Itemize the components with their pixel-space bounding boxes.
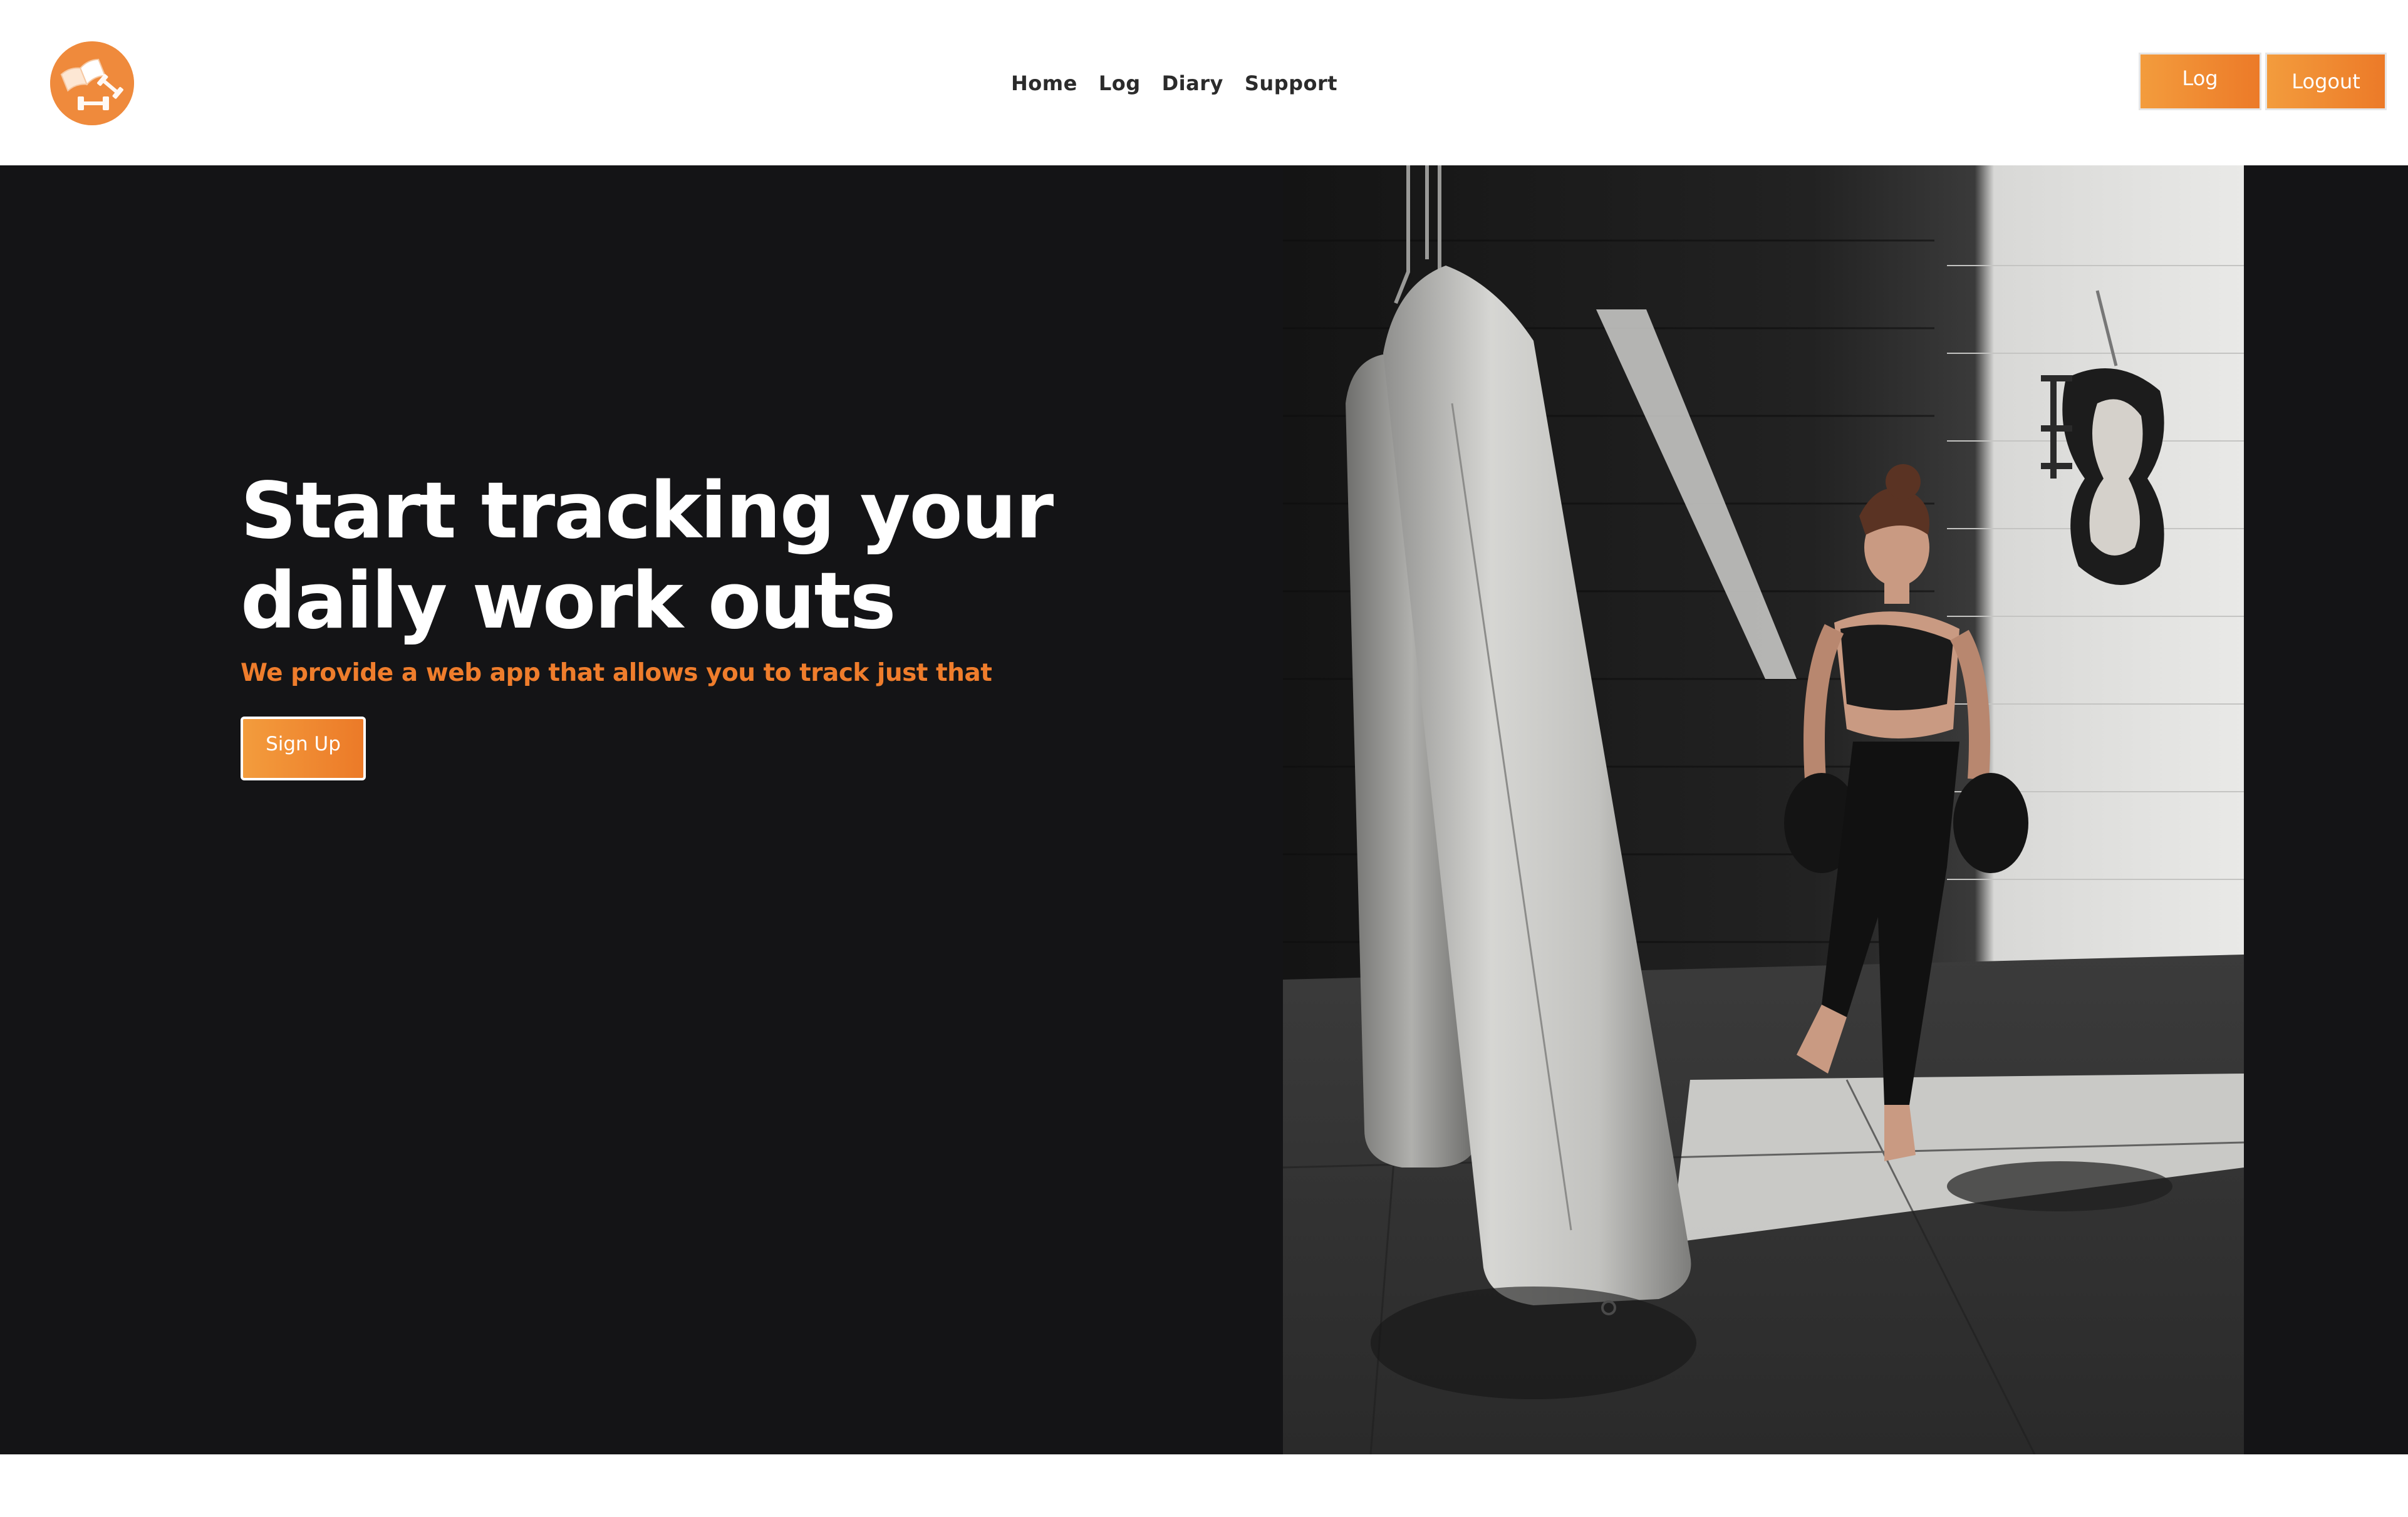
book-and-dumbbell-icon [50,41,134,125]
nav-home-link[interactable]: Home [1011,71,1077,95]
hero-tagline: We provide a web app that allows you to … [241,659,992,687]
log-button[interactable]: Log [2139,53,2261,110]
hero-section: Start tracking your daily work outs We p… [0,165,2408,1454]
nav-diary-link[interactable]: Diary [1162,71,1223,95]
nav-support-link[interactable]: Support [1245,71,1337,95]
hero-headline: Start tracking your daily work outs [241,466,1054,646]
boxing-gym-photo [1283,165,2244,1454]
logout-button[interactable]: Logout [2265,53,2387,110]
app-logo[interactable] [50,41,134,125]
main-nav: Home Log Diary Support [1011,68,1337,99]
site-header: Home Log Diary Support Log Logout [0,0,2408,165]
hero-photo [1283,165,2244,1454]
sign-up-button[interactable]: Sign Up [241,717,366,780]
nav-log-link[interactable]: Log [1099,71,1141,95]
